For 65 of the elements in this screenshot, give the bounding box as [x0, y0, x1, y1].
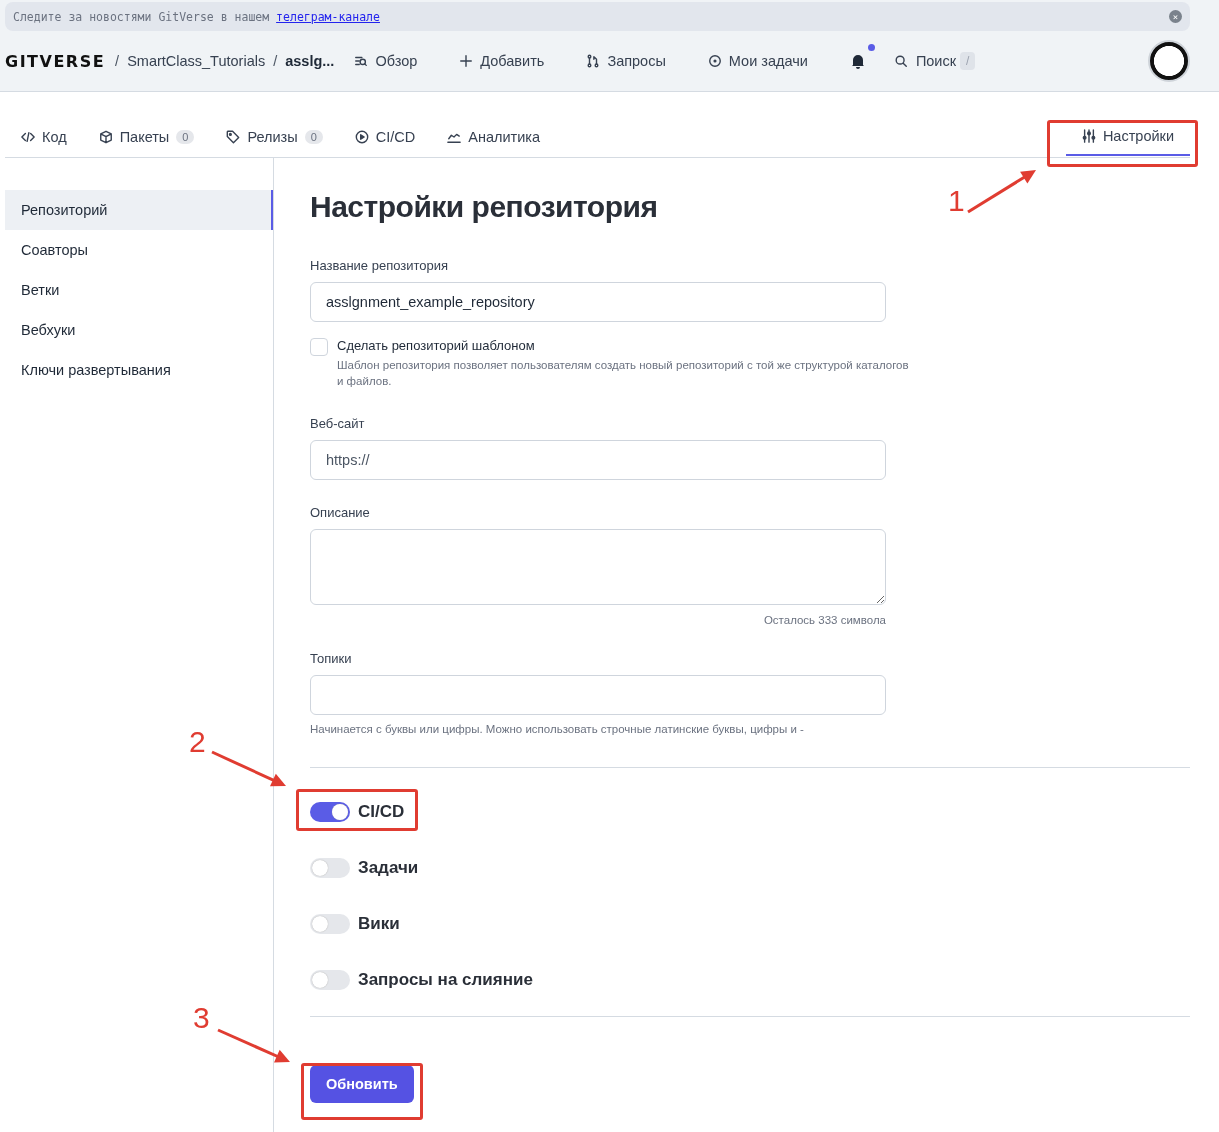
tab[interactable]: Настройки: [1065, 117, 1190, 156]
nav-link[interactable]: Обзор: [354, 53, 418, 69]
code-icon: [21, 129, 35, 144]
sidebar-item[interactable]: Репозиторий: [5, 190, 273, 230]
toggle-switch[interactable]: [310, 858, 350, 878]
search-button[interactable]: Поиск: [893, 53, 957, 69]
breadcrumb-link[interactable]: asslg...: [285, 53, 335, 69]
sidebar-item[interactable]: Вебхуки: [5, 310, 273, 350]
annotation-arrow: [967, 170, 1036, 214]
toggle-label: Запросы на слияние: [358, 970, 533, 990]
annotation-number: 2: [189, 725, 206, 759]
logo[interactable]: GITVERSE: [5, 51, 106, 71]
breadcrumb-separator: /: [115, 53, 120, 69]
sliders-icon: [1081, 128, 1096, 143]
annotation-number: 1: [948, 184, 965, 218]
page-title: Настройки репозитория: [310, 190, 658, 224]
plus-icon: [459, 54, 474, 68]
hint-text: Начинается с буквы или цифры. Можно использовать строчные латинские буквы, цифры и -: [310, 723, 805, 735]
package-icon: [98, 129, 113, 144]
play-icon: [354, 129, 369, 144]
character-counter: Осталось 333 символа: [762, 614, 886, 626]
close-button[interactable]: ×: [1169, 10, 1182, 23]
avatar[interactable]: [1148, 40, 1190, 82]
hint-text: Шаблон репозитория позволяет пользователям создать новый репозиторий с той же структурой каталогов и файлов.: [337, 358, 910, 389]
update-button[interactable]: Обновить: [310, 1065, 414, 1103]
tag-icon: [226, 129, 241, 144]
shortcut-key: /: [960, 52, 976, 70]
toggle-switch[interactable]: [310, 914, 350, 934]
annotation-number: 3: [193, 1001, 210, 1035]
toggle-label: CI/CD: [358, 802, 405, 822]
count-badge: 0: [304, 129, 323, 144]
nav-link[interactable]: Запросы: [586, 53, 666, 69]
breadcrumb-separator: /: [273, 53, 278, 69]
sidebar-item[interactable]: Соавторы: [5, 230, 273, 270]
telegram-link[interactable]: телеграм-канале: [276, 9, 380, 24]
input-field[interactable]: https://: [310, 440, 886, 480]
tab[interactable]: Пакеты 0: [82, 117, 211, 156]
toggle-switch[interactable]: [310, 802, 350, 822]
tab[interactable]: CI/CD: [338, 117, 432, 156]
toggle-label: Задачи: [358, 858, 419, 878]
tab[interactable]: Код: [5, 117, 83, 156]
field-label: Веб-сайт: [310, 416, 366, 431]
toggle-switch[interactable]: [310, 970, 350, 990]
banner-text: Следите за новостями GitVerse в нашем телеграм-канале: [13, 9, 380, 24]
field-label: Топики: [310, 651, 353, 666]
nav-link[interactable]: Добавить: [459, 53, 545, 69]
input-field[interactable]: asslgnment_example_repository: [310, 282, 886, 322]
field-label: Название репозитория: [310, 258, 450, 273]
checkbox-label: Сделать репозиторий шаблоном: [337, 338, 536, 353]
search-icon: [893, 54, 908, 68]
tab[interactable]: Аналитика: [431, 117, 557, 156]
tab[interactable]: Релизы 0: [210, 117, 339, 156]
input-field[interactable]: [310, 675, 886, 715]
nav-link[interactable]: Мои задачи: [707, 53, 808, 69]
count-badge: 0: [176, 129, 195, 144]
overview-icon: [354, 54, 369, 68]
sidebar-item[interactable]: Ключи развертывания: [5, 350, 273, 390]
pull-request-icon: [586, 54, 601, 68]
text-area[interactable]: [310, 529, 886, 605]
field-label: Описание: [310, 505, 371, 520]
toggle-label: Вики: [358, 914, 400, 934]
checkbox[interactable]: [310, 338, 328, 356]
sidebar-item[interactable]: Ветки: [5, 270, 273, 310]
issue-icon: [707, 54, 722, 68]
breadcrumb-link[interactable]: SmartClass_Tutorials: [127, 53, 266, 69]
